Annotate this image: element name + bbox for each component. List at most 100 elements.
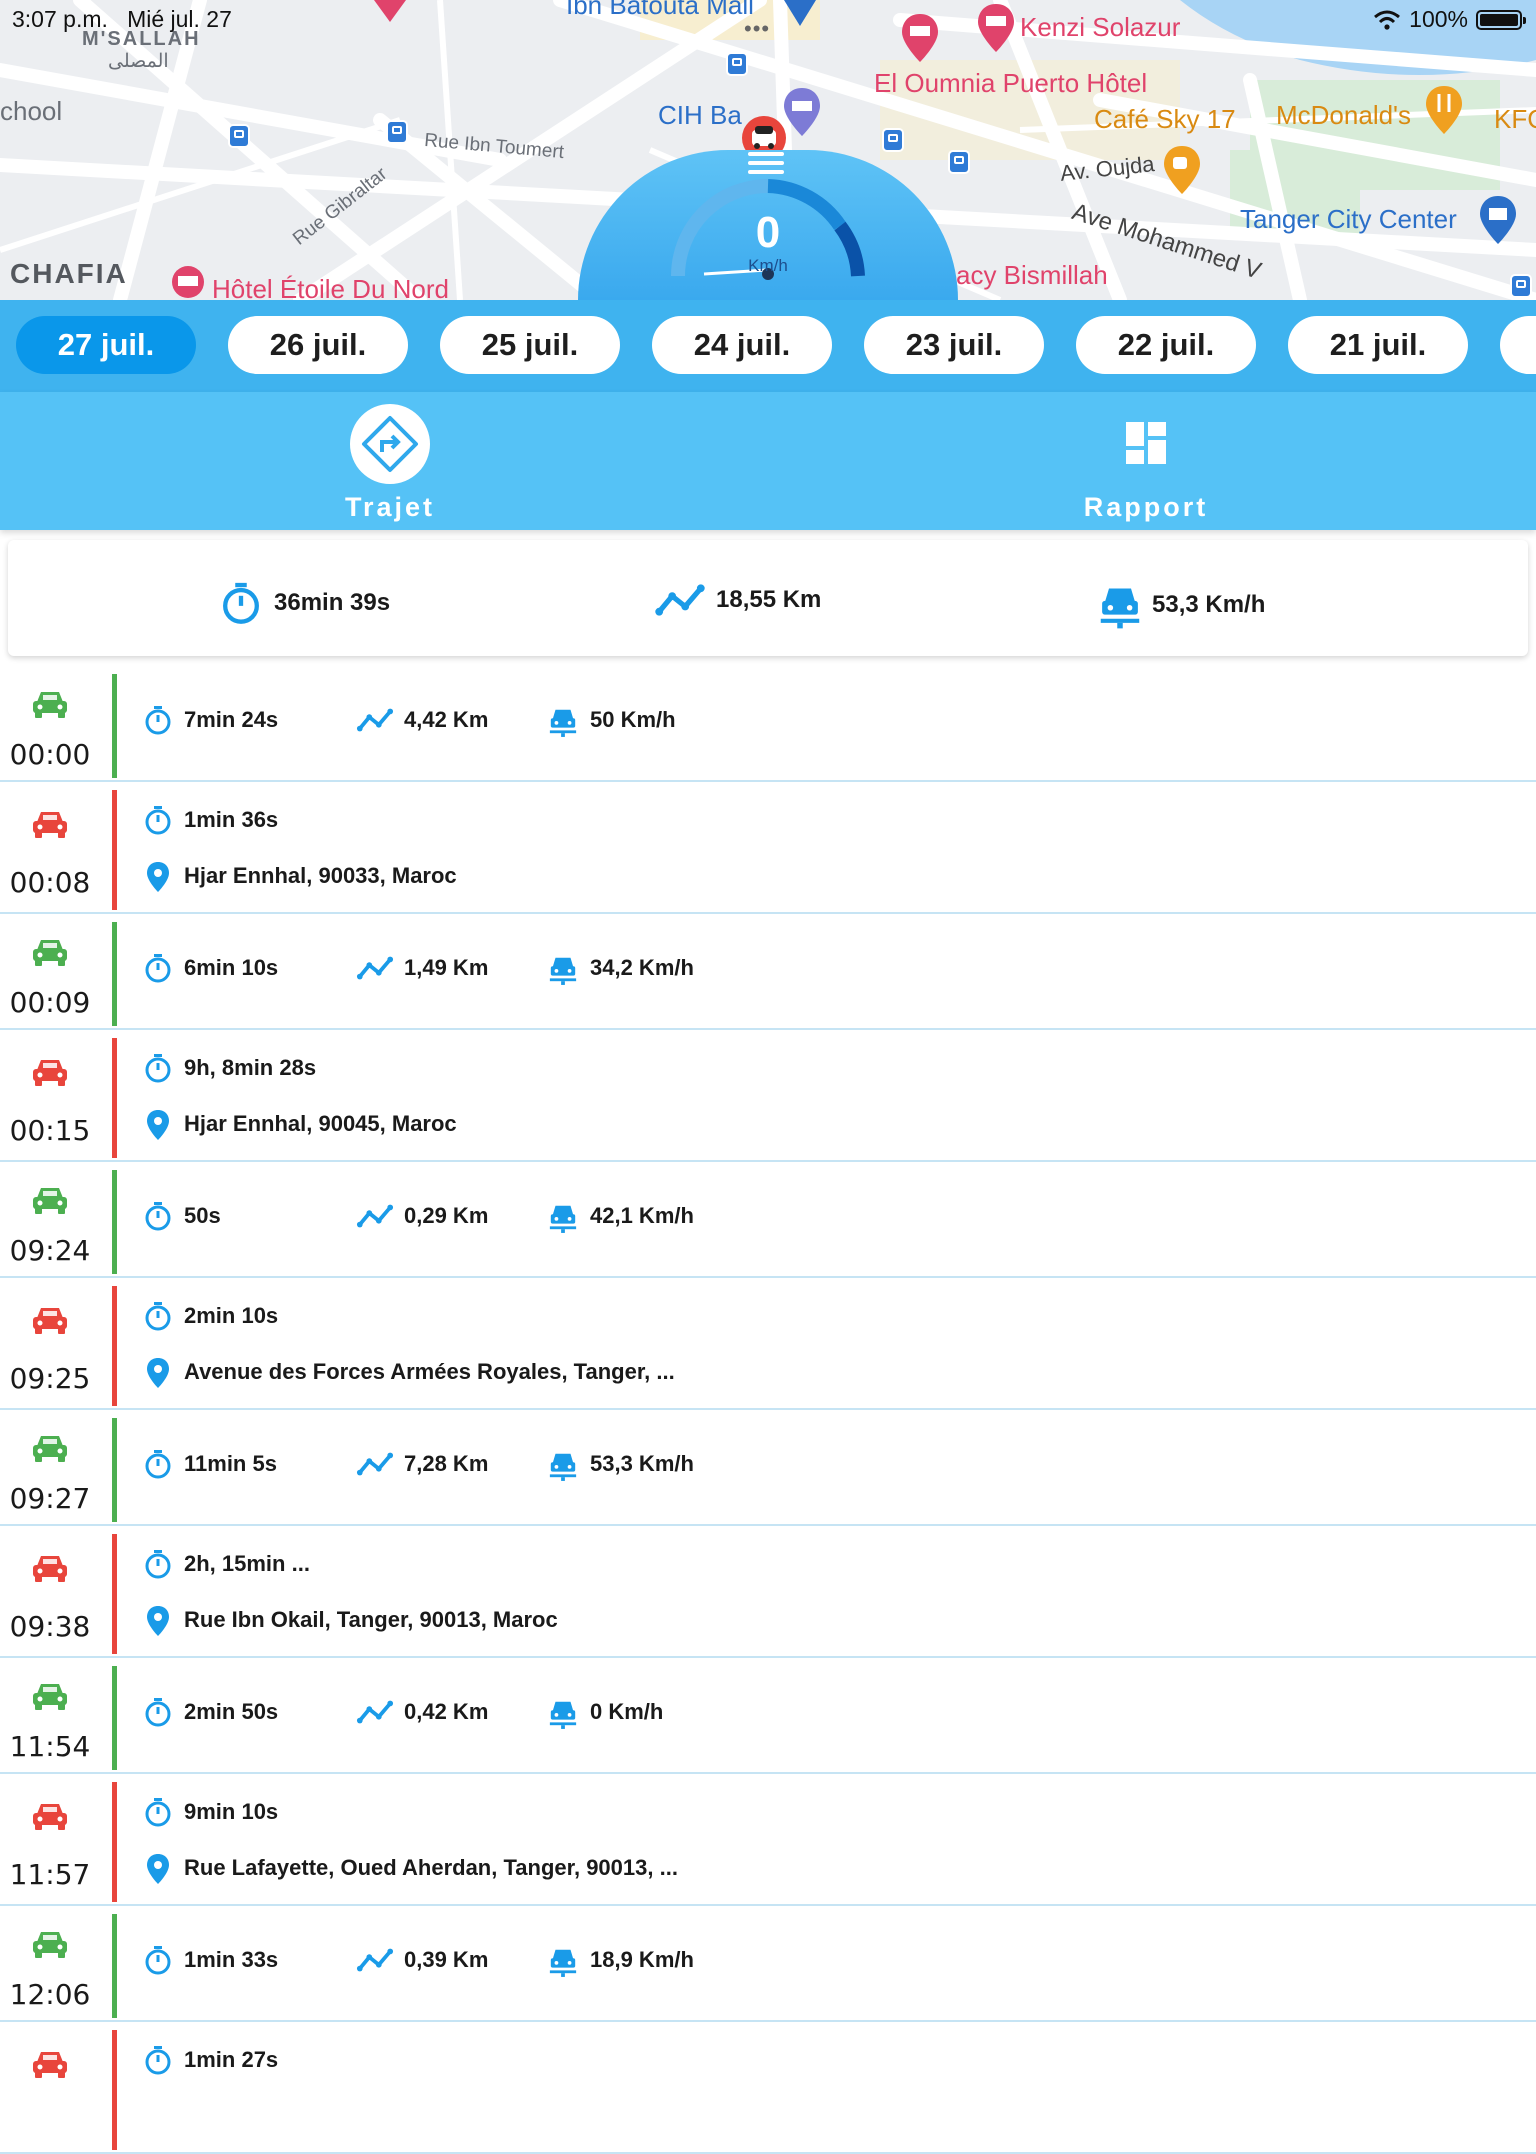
trip-row-stop[interactable]: 1min 27s [0, 2028, 1536, 2154]
trip-row-drive[interactable]: 09:24 50s 0,29 Km 42,1 Km/h [0, 1168, 1536, 1278]
trip-address-value: Rue Ibn Okail, Tanger, 90013, Maroc [184, 1607, 558, 1632]
trip-duration-value: 9h, 8min 28s [184, 1055, 317, 1080]
hotel-pin-icon [172, 266, 204, 298]
tab-bar: Trajet Rapport [0, 392, 1536, 530]
car-speed-icon [548, 1944, 580, 1977]
trip-duration-value: 7min 24s [184, 707, 279, 732]
tab-rapport[interactable]: Rapport [762, 392, 1530, 530]
date-selector[interactable]: 27 juil. 26 juil. 25 juil. 24 juil. 23 j… [0, 300, 1536, 392]
trip-speed: 50 Km/h [548, 704, 676, 737]
trip-speed-value: 42,1 Km/h [590, 1203, 694, 1228]
trip-time: 09:24 [9, 1234, 91, 1267]
map-label-cafe-sky: Café Sky 17 [1094, 104, 1236, 134]
trip-row-stop[interactable]: 09:38 2h, 15min ... Rue Ibn Okail, Tanger,… [0, 1532, 1536, 1658]
trip-duration: 11min 5s [142, 1448, 277, 1480]
cafe-pin-icon [1164, 146, 1200, 194]
trip-row-drive[interactable]: 00:09 6min 10s 1,49 Km 34,2 Km/h [0, 920, 1536, 1030]
trip-speed-value: 18,9 Km/h [590, 1947, 694, 1972]
bus-stop-icon [386, 120, 408, 144]
trip-stop-address-line: Rue Ibn Okail, Tanger, 90013, Maroc [0, 1600, 1100, 1640]
distance-icon [356, 1696, 394, 1728]
trip-stats-line: 2min 50s 0,42 Km 0 Km/h [0, 1692, 900, 1732]
trip-duration: 7min 24s [142, 704, 278, 736]
trip-duration: 2min 50s [142, 1696, 278, 1728]
trip-row-drive[interactable]: 09:27 11min 5s 7,28 Km 53,3 Km/h [0, 1416, 1536, 1526]
car-speed-icon [548, 1696, 580, 1729]
trip-stop-address-line: Hjar Ennhal, 90045, Maroc [0, 1104, 1100, 1144]
battery-percent: 100% [1409, 6, 1468, 32]
trip-stats-line: 1min 33s 0,39 Km 18,9 Km/h [0, 1940, 900, 1980]
battery-icon [1476, 9, 1526, 30]
trip-duration-value: 1min 36s [184, 807, 279, 832]
trip-speed-value: 50 Km/h [590, 707, 676, 732]
trip-duration: 50s [142, 1200, 221, 1232]
trip-distance-value: 1,49 Km [404, 955, 489, 980]
car-speed-icon [548, 704, 580, 737]
trip-speed-value: 34,2 Km/h [590, 955, 694, 980]
trip-speed: 18,9 Km/h [548, 1944, 694, 1977]
trip-duration-value: 6min 10s [184, 955, 279, 980]
trip-stop-duration-line: 2min 10s [0, 1296, 900, 1336]
date-chip[interactable]: 23 juil. [864, 316, 1044, 374]
trip-distance: 4,42 Km [356, 704, 488, 736]
bus-stop-icon [1510, 274, 1532, 298]
summary-speed: 53,3 Km/h [1098, 580, 1265, 630]
location-pin-icon [142, 1852, 174, 1884]
trip-duration: 9h, 8min 28s [142, 1052, 316, 1084]
trip-duration: 9min 10s [142, 1796, 278, 1828]
trip-duration-value: 1min 27s [184, 2047, 279, 2072]
date-chip[interactable]: 26 juil. [228, 316, 408, 374]
speedometer[interactable]: 0 Km/h [578, 150, 958, 300]
map-label-tanger-city: Tanger City Center [1240, 204, 1457, 234]
trip-row-stop[interactable]: 11:57 9min 10s Rue Lafayette, Oued Aherdan… [0, 1780, 1536, 1906]
trip-speed: 34,2 Km/h [548, 952, 694, 985]
date-chip[interactable]: 24 juil. [652, 316, 832, 374]
trip-stop-address-line: Avenue des Forces Armées Royales, Tanger… [0, 1352, 1100, 1392]
summary-duration-value: 36min 39s [274, 589, 391, 616]
tab-trajet[interactable]: Trajet [6, 392, 774, 530]
restaurant-pin-icon [1426, 86, 1462, 134]
location-pin-icon [142, 1604, 174, 1636]
distance-icon [356, 1200, 394, 1232]
stopwatch-icon [142, 1548, 174, 1580]
date-chip-partial[interactable] [1500, 316, 1536, 374]
trip-stop-duration-line: 9min 10s [0, 1792, 900, 1832]
tab-label-trajet: Trajet [344, 492, 436, 522]
trip-distance: 0,39 Km [356, 1944, 488, 1976]
stopwatch-icon [223, 582, 259, 624]
trip-duration-value: 50s [184, 1203, 221, 1228]
trip-stats-line: 50s 0,29 Km 42,1 Km/h [0, 1196, 900, 1236]
stopwatch-icon [142, 1300, 174, 1332]
trip-row-stop[interactable]: 00:15 9h, 8min 28s Hjar Ennhal, 90045, Mar… [0, 1036, 1536, 1162]
trip-stop-duration-line: 1min 27s [0, 2040, 900, 2080]
car-speed-icon [548, 1448, 580, 1481]
trip-row-stop[interactable]: 00:08 1min 36s Hjar Ennhal, 90033, Maroc [0, 788, 1536, 914]
trip-speed-value: 0 Km/h [590, 1699, 664, 1724]
trip-address-value: Avenue des Forces Armées Royales, Tanger… [184, 1359, 675, 1384]
trip-row-stop[interactable]: 09:25 2min 10s Avenue des Forces Armées Ro… [0, 1284, 1536, 1410]
trip-stop-address-line: Rue Lafayette, Oued Aherdan, Tanger, 900… [0, 1848, 1100, 1888]
stopwatch-icon [142, 2044, 174, 2076]
status-time: 3:07 p.m. Mié jul. 27 [12, 6, 232, 33]
trip-row-drive[interactable]: 12:06 1min 33s 0,39 Km 18,9 Km/h [0, 1912, 1536, 2022]
trip-duration-value: 1min 33s [184, 1947, 279, 1972]
summary-distance-value: 18,55 Km [716, 586, 822, 613]
trip-distance-value: 7,28 Km [404, 1451, 489, 1476]
date-chip[interactable]: 27 juil. [16, 316, 196, 374]
bus-stop-icon [726, 52, 748, 76]
map-label-chafia: CHAFIA [10, 258, 128, 289]
trip-address-value: Hjar Ennhal, 90033, Maroc [184, 863, 457, 888]
trip-duration-value: 2min 50s [184, 1699, 279, 1724]
trip-duration-value: 9min 10s [184, 1799, 279, 1824]
trip-row-drive[interactable]: 00:00 7min 24s 4,42 Km 50 Km/h [0, 672, 1536, 782]
trip-stop-duration-line: 1min 36s [0, 800, 900, 840]
date-chip[interactable]: 25 juil. [440, 316, 620, 374]
trip-distance-value: 0,42 Km [404, 1699, 489, 1724]
date-chip[interactable]: 21 juil. [1288, 316, 1468, 374]
distance-icon [356, 1448, 394, 1480]
trip-stats-line: 7min 24s 4,42 Km 50 Km/h [0, 700, 900, 740]
summary-duration: 36min 39s [218, 580, 390, 626]
trip-duration: 1min 36s [142, 804, 278, 836]
trip-row-drive[interactable]: 11:54 2min 50s 0,42 Km 0 Km/h [0, 1664, 1536, 1774]
date-chip[interactable]: 22 juil. [1076, 316, 1256, 374]
